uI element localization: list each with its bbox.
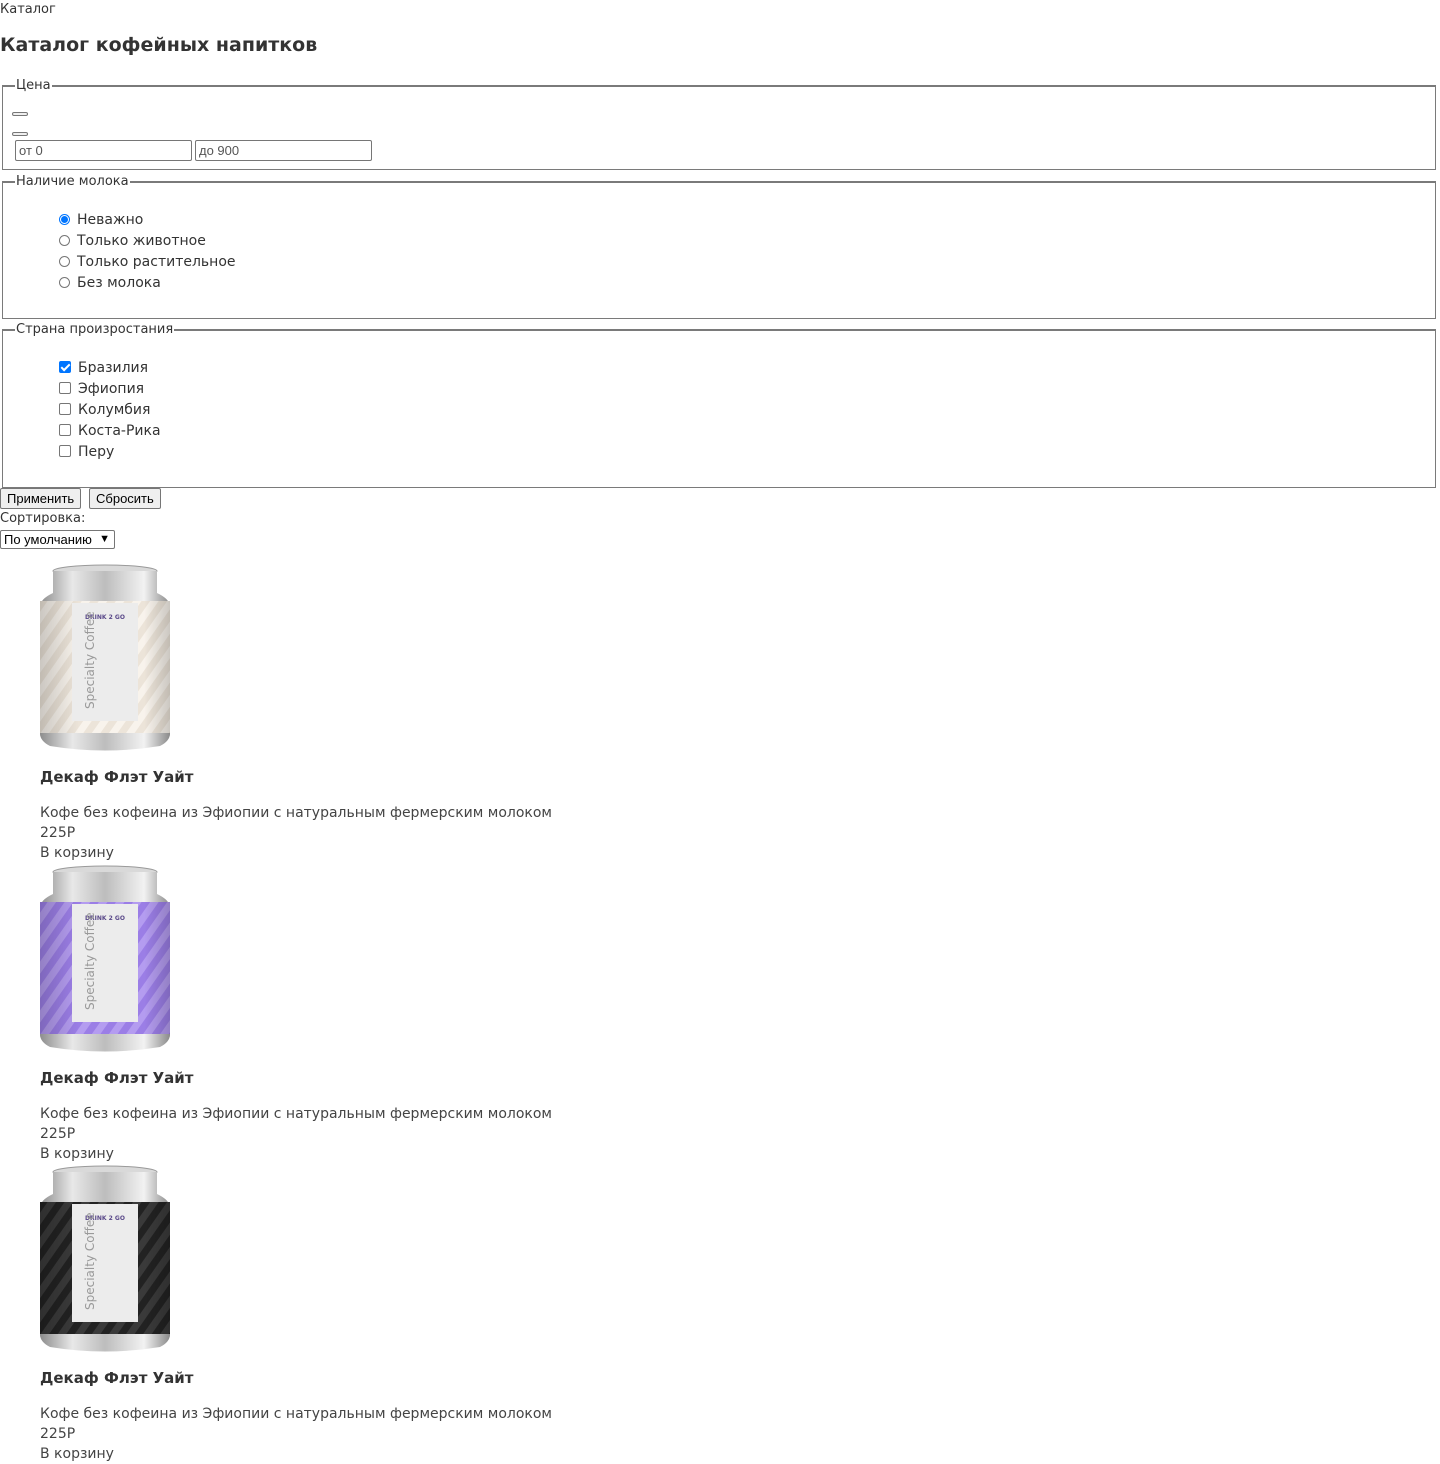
- country-option-brazil[interactable]: Бразилия: [59, 358, 148, 378]
- milk-legend: Наличие молока: [16, 174, 129, 189]
- product-card: DRINK 2 GO Specialty Coffee Декаф Флэт У…: [40, 864, 600, 1164]
- country-option-ethiopia[interactable]: Эфиопия: [59, 379, 144, 399]
- country-option-label: Эфиопия: [78, 381, 145, 397]
- can-text: Specialty Coffee: [83, 912, 97, 1010]
- country-option-label: Колумбия: [78, 402, 151, 418]
- sort-select[interactable]: По умолчанию ▼: [0, 530, 115, 549]
- checkbox-checked[interactable]: [59, 361, 71, 373]
- can-text: Specialty Coffee: [83, 1212, 97, 1310]
- product-description: Кофе без кофеина из Эфиопии с натуральны…: [40, 1406, 552, 1422]
- chevron-down-icon: ▼: [99, 533, 110, 545]
- product-title: Декаф Флэт Уайт: [40, 768, 194, 786]
- apply-button[interactable]: Применить: [0, 488, 82, 509]
- checkbox[interactable]: [59, 424, 71, 436]
- add-to-cart-link[interactable]: В корзину: [40, 1446, 114, 1462]
- country-option-label: Перу: [78, 444, 115, 460]
- price-max-slider-handle[interactable]: [12, 132, 28, 136]
- price-from-input[interactable]: [15, 140, 192, 161]
- country-option-colombia[interactable]: Колумбия: [59, 400, 150, 420]
- price-min-slider-handle[interactable]: [12, 112, 28, 116]
- product-price: 225Р: [40, 1126, 76, 1142]
- product-card: DRINK 2 GO Specialty Coffee Декаф Флэт У…: [40, 1164, 600, 1464]
- breadcrumb[interactable]: Каталог: [0, 2, 56, 17]
- product-image[interactable]: DRINK 2 GO Specialty Coffee: [40, 1164, 170, 1354]
- milk-option-animal[interactable]: Только животное: [59, 231, 206, 251]
- can-text: Specialty Coffee: [83, 611, 97, 709]
- product-price: 225Р: [40, 1426, 76, 1442]
- add-to-cart-link[interactable]: В корзину: [40, 845, 114, 861]
- country-option-peru[interactable]: Перу: [59, 442, 114, 462]
- product-image[interactable]: DRINK 2 GO Specialty Coffee: [40, 563, 170, 753]
- checkbox[interactable]: [59, 403, 71, 415]
- product-title: Декаф Флэт Уайт: [40, 1369, 194, 1387]
- radio-selected[interactable]: [59, 213, 70, 225]
- milk-option-label: Только животное: [77, 233, 206, 249]
- product-description: Кофе без кофеина из Эфиопии с натуральны…: [40, 1106, 552, 1122]
- country-option-label: Бразилия: [78, 360, 149, 376]
- product-description: Кофе без кофеина из Эфиопии с натуральны…: [40, 805, 552, 821]
- milk-filter: Наличие молока: [2, 174, 1436, 319]
- sort-selected-value: По умолчанию: [4, 532, 92, 547]
- milk-option-any[interactable]: Неважно: [59, 210, 143, 230]
- product-image[interactable]: DRINK 2 GO Specialty Coffee: [40, 864, 170, 1054]
- milk-option-label: Только растительное: [77, 254, 236, 270]
- product-card: DRINK 2 GO Specialty Coffee Декаф Флэт У…: [40, 563, 600, 863]
- checkbox[interactable]: [59, 445, 71, 457]
- reset-button[interactable]: Сбросить: [89, 488, 161, 509]
- milk-option-none[interactable]: Без молока: [59, 273, 161, 293]
- radio[interactable]: [59, 234, 70, 246]
- product-price: 225Р: [40, 825, 76, 841]
- milk-option-label: Неважно: [77, 212, 144, 228]
- country-option-costa-rica[interactable]: Коста-Рика: [59, 421, 161, 441]
- radio[interactable]: [59, 255, 70, 267]
- add-to-cart-link[interactable]: В корзину: [40, 1146, 114, 1162]
- country-filter: Страна произростания: [2, 322, 1436, 488]
- product-title: Декаф Флэт Уайт: [40, 1069, 194, 1087]
- checkbox[interactable]: [59, 382, 71, 394]
- country-option-label: Коста-Рика: [78, 423, 161, 439]
- sort-label: Сортировка:: [0, 511, 86, 526]
- milk-option-label: Без молока: [77, 275, 161, 291]
- price-to-input[interactable]: [195, 140, 372, 161]
- milk-option-plant[interactable]: Только растительное: [59, 252, 236, 272]
- radio[interactable]: [59, 276, 70, 288]
- page-title: Каталог кофейных напитков: [0, 34, 318, 56]
- price-legend: Цена: [16, 78, 51, 93]
- country-legend: Страна произростания: [16, 322, 174, 337]
